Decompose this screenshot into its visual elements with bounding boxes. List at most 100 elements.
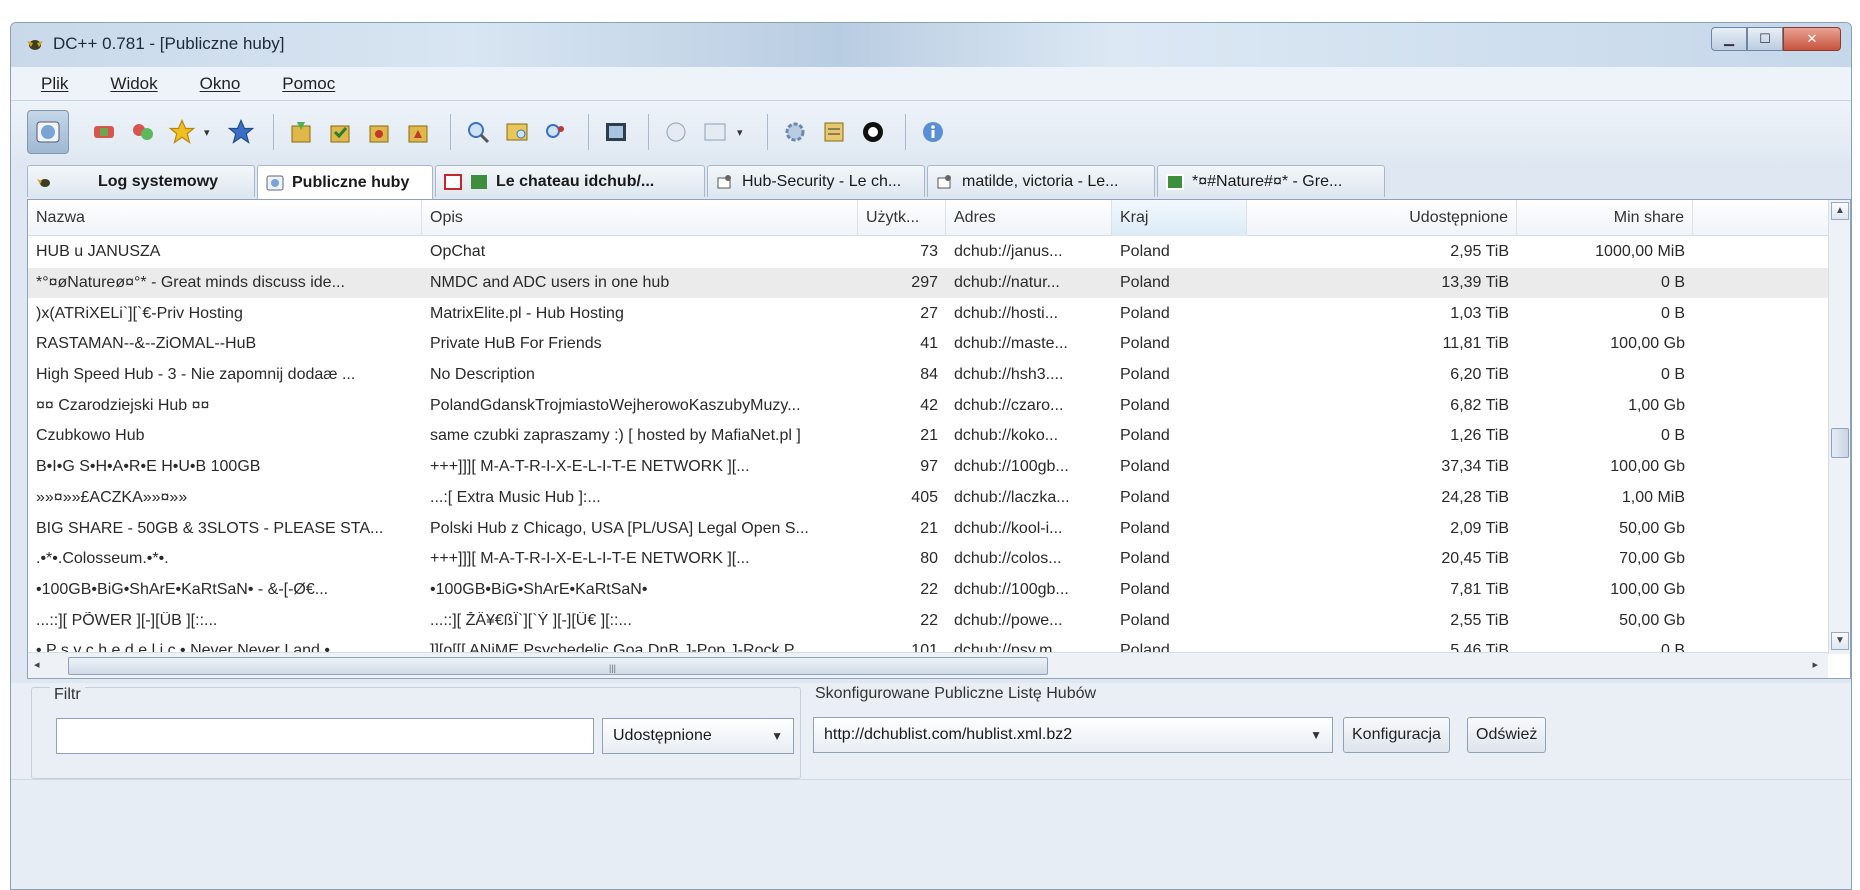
public-hubs-table: Nazwa Opis Użytk... Adres Kraj Udostępni… <box>27 199 1851 679</box>
favorite-users-button[interactable] <box>224 115 258 149</box>
tab-system-log[interactable]: Log systemowy <box>27 165 255 197</box>
cell-country: Poland <box>1120 611 1170 629</box>
table-row[interactable]: High Speed Hub - 3 - Nie zapomnij dodaæ … <box>28 360 1828 391</box>
tab-nature[interactable]: *¤#Nature#¤* - Gre... <box>1157 165 1385 197</box>
adl-search-button[interactable] <box>500 115 534 149</box>
cell-description: ...:[ Extra Music Hub ]:... <box>430 488 601 506</box>
download-queue-button[interactable] <box>284 115 318 149</box>
favorite-hubs-button[interactable] <box>165 115 199 149</box>
waiting-users-button[interactable] <box>362 115 396 149</box>
search-button[interactable] <box>461 115 495 149</box>
cell-users: 41 <box>920 335 938 353</box>
scroll-down-button[interactable]: ▼ <box>1831 632 1849 650</box>
maximize-button[interactable]: ☐ <box>1747 27 1783 51</box>
cell-name: ¤¤ Czarodziejski Hub ¤¤ <box>36 396 210 414</box>
table-row[interactable]: HUB u JANUSZA OpChat 73 dchub://janus...… <box>28 237 1828 268</box>
app-icon <box>27 40 43 50</box>
cell-address: dchub://koko... <box>954 427 1059 445</box>
horizontal-scrollbar[interactable]: ◂ ||| ▸ <box>28 652 1828 678</box>
cell-shared: 1,03 TiB <box>1450 304 1509 322</box>
cell-country: Poland <box>1120 427 1170 445</box>
reconnect-button[interactable] <box>87 115 121 149</box>
column-header-min-share[interactable]: Min share <box>1517 200 1693 236</box>
cell-shared: 24,28 TiB <box>1441 488 1509 506</box>
search-spy-button[interactable] <box>539 115 573 149</box>
cell-country: Poland <box>1120 396 1170 414</box>
menu-pomoc[interactable]: Pomoc <box>282 74 335 94</box>
table-row[interactable]: BIG SHARE - 50GB & 3SLOTS - PLEASE STA..… <box>28 513 1828 544</box>
about-button[interactable] <box>916 115 950 149</box>
refresh-button[interactable]: Odśwież <box>1467 717 1547 753</box>
vertical-scrollbar[interactable]: ▲ ▼ <box>1828 200 1850 654</box>
table-row[interactable]: Czubkowo Hub same czubki zapraszamy :) [… <box>28 421 1828 452</box>
scroll-right-icon[interactable]: ▸ <box>1812 658 1818 671</box>
system-log-button[interactable] <box>659 115 693 149</box>
system-log-icon <box>666 122 686 142</box>
horizontal-scroll-thumb[interactable]: ||| <box>68 657 1048 675</box>
table-row[interactable]: ...::][ PÕWER ][-][ÜB ][::... ...::][ ŽÄ… <box>28 605 1828 636</box>
cell-shared: 2,09 TiB <box>1450 519 1509 537</box>
adl-search-icon <box>506 123 528 141</box>
tab-public-hubs[interactable]: Publiczne huby <box>257 165 433 199</box>
scroll-left-icon[interactable]: ◂ <box>34 658 40 671</box>
cell-min-share: 100,00 Gb <box>1610 580 1685 598</box>
follow-redirect-button[interactable] <box>126 115 160 149</box>
table-row[interactable]: *°¤øNatureø¤°* - Great minds discuss ide… <box>28 267 1828 299</box>
table-row[interactable]: RASTAMAN--&--ZiOMAL--HuB Private HuB For… <box>28 329 1828 360</box>
menu-widok[interactable]: Widok <box>110 74 157 94</box>
filter-column-select[interactable]: Udostępnione ▼ <box>602 718 794 754</box>
network-stats-dropdown-icon[interactable]: ▾ <box>737 126 749 139</box>
public-hubs-button[interactable] <box>27 110 69 154</box>
away-button[interactable] <box>856 115 890 149</box>
close-tab-icon[interactable] <box>444 173 462 190</box>
close-button[interactable]: ✕ <box>1783 27 1841 51</box>
favorite-hubs-icon <box>168 118 196 144</box>
column-header-kraj[interactable]: Kraj <box>1112 200 1247 236</box>
notepad-button[interactable] <box>599 115 633 149</box>
table-row[interactable]: )x(ATRiXELi`][`€-Priv Hosting MatrixElit… <box>28 298 1828 329</box>
chevron-up-icon: ▲ <box>1835 205 1845 216</box>
column-header-nazwa[interactable]: Nazwa <box>28 200 422 236</box>
minimize-button[interactable]: ▁ <box>1711 27 1747 51</box>
tab-matilde-victoria[interactable]: matilde, victoria - Le... <box>927 165 1155 197</box>
chevron-down-icon: ▼ <box>1310 728 1322 742</box>
scroll-up-button[interactable]: ▲ <box>1831 202 1849 220</box>
settings-button[interactable] <box>778 115 812 149</box>
favorite-hubs-dropdown-icon[interactable]: ▾ <box>204 126 216 139</box>
table-row[interactable]: •100GB•BiG•ShArE•KaRtSaN• - &-[-Ø€... •1… <box>28 575 1828 606</box>
configure-button[interactable]: Konfiguracja <box>1343 717 1450 753</box>
title-bar[interactable]: DC++ 0.781 - [Publiczne huby] ▁ ☐ ✕ <box>11 23 1851 67</box>
toolbar-separator <box>767 114 768 150</box>
table-body: HUB u JANUSZA OpChat 73 dchub://janus...… <box>28 237 1828 667</box>
cell-shared: 20,45 TiB <box>1441 550 1509 568</box>
table-row[interactable]: B•I•G S•H•A•R•E H•U•B 100GB +++]]][ M-A-… <box>28 452 1828 483</box>
table-row[interactable]: .•*•.Colosseum.•*•. +++]]][ M-A-T-R-I-X-… <box>28 544 1828 575</box>
cell-users: 42 <box>920 396 938 414</box>
finished-downloads-button[interactable] <box>323 115 357 149</box>
column-header-shared[interactable]: Udostępnione <box>1247 200 1517 236</box>
cell-description: Polski Hub z Chicago, USA [PL/USA] Legal… <box>430 519 809 537</box>
cell-country: Poland <box>1120 458 1170 476</box>
notepad-icon <box>606 123 626 141</box>
toolbar: ▾ ▾ <box>11 101 1851 163</box>
vertical-scroll-thumb[interactable] <box>1831 428 1849 458</box>
table-row[interactable]: ¤¤ Czarodziejski Hub ¤¤ PolandGdanskTroj… <box>28 390 1828 421</box>
column-header-users[interactable]: Użytk... <box>858 200 946 236</box>
hash-progress-button[interactable] <box>817 115 851 149</box>
cell-name: B•I•G S•H•A•R•E H•U•B 100GB <box>36 458 261 476</box>
tab-le-chateau[interactable]: Le chateau idchub/... <box>435 165 705 197</box>
cell-description: +++]]][ M-A-T-R-I-X-E-L-I-T-E NETWORK ][… <box>430 458 750 476</box>
table-row[interactable]: »»¤»»£ACZKA»»¤»» ...:[ Extra Music Hub ]… <box>28 483 1828 514</box>
filter-input[interactable] <box>56 718 594 754</box>
finished-uploads-button[interactable] <box>401 115 435 149</box>
menu-okno[interactable]: Okno <box>200 74 241 94</box>
hublist-url-select[interactable]: http://dchublist.com/hublist.xml.bz2 ▼ <box>813 717 1333 753</box>
hublist-group: Skonfigurowane Publiczne Listę Hubów htt… <box>803 685 1843 779</box>
column-header-opis[interactable]: Opis <box>422 200 858 236</box>
menu-plik[interactable]: Plik <box>41 74 68 94</box>
column-header-adres[interactable]: Adres <box>946 200 1112 236</box>
tab-hub-security[interactable]: Hub-Security - Le ch... <box>707 165 925 197</box>
network-stats-button[interactable] <box>698 115 732 149</box>
cell-address: dchub://colos... <box>954 550 1062 568</box>
cell-min-share: 100,00 Gb <box>1610 458 1685 476</box>
